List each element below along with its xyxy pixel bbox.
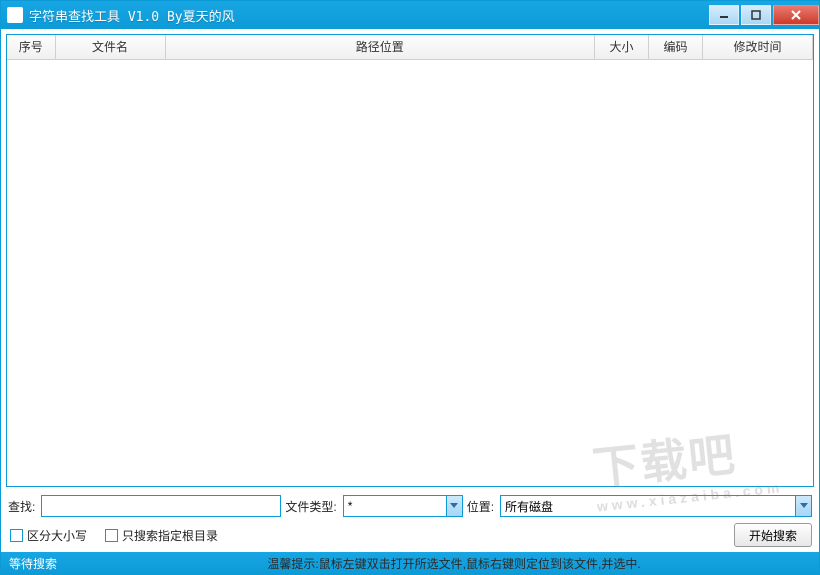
col-size[interactable]: 大小 bbox=[595, 35, 649, 59]
minimize-button[interactable] bbox=[709, 5, 739, 25]
chevron-down-icon bbox=[446, 496, 462, 516]
root-only-checkbox[interactable]: 只搜索指定根目录 bbox=[105, 527, 218, 544]
app-window: 字符串查找工具 V1.0 By夏天的风 序号 文件名 bbox=[0, 0, 820, 575]
chevron-down-icon bbox=[795, 496, 811, 516]
filetype-value: * bbox=[348, 499, 353, 513]
maximize-button[interactable] bbox=[741, 5, 771, 25]
controls-panel: 查找: 文件类型: * 位置: 所有磁盘 区分大小写 bbox=[6, 487, 814, 547]
col-mtime[interactable]: 修改时间 bbox=[703, 35, 813, 59]
status-tip: 温馨提示:鼠标左键双击打开所选文件,鼠标右键则定位到该文件,并选中. bbox=[97, 555, 811, 572]
client-area: 序号 文件名 路径位置 大小 编码 修改时间 查找: 文件类型: * bbox=[1, 29, 819, 552]
start-search-button[interactable]: 开始搜索 bbox=[734, 523, 812, 547]
results-body-empty[interactable] bbox=[7, 60, 813, 487]
case-sensitive-checkbox[interactable]: 区分大小写 bbox=[10, 527, 87, 544]
app-icon bbox=[7, 7, 23, 23]
location-label: 位置: bbox=[467, 498, 496, 515]
col-filename[interactable]: 文件名 bbox=[55, 35, 165, 59]
title-bar[interactable]: 字符串查找工具 V1.0 By夏天的风 bbox=[1, 1, 819, 29]
root-only-label: 只搜索指定根目录 bbox=[122, 527, 218, 544]
location-value: 所有磁盘 bbox=[505, 498, 553, 515]
search-input[interactable] bbox=[41, 495, 281, 517]
checkbox-icon bbox=[105, 529, 118, 542]
filetype-label: 文件类型: bbox=[285, 498, 338, 515]
col-path[interactable]: 路径位置 bbox=[165, 35, 595, 59]
location-combo[interactable]: 所有磁盘 bbox=[500, 495, 812, 517]
status-bar: 等待搜索 温馨提示:鼠标左键双击打开所选文件,鼠标右键则定位到该文件,并选中. bbox=[1, 552, 819, 574]
status-state: 等待搜索 bbox=[9, 555, 57, 572]
case-sensitive-label: 区分大小写 bbox=[27, 527, 87, 544]
checkbox-icon bbox=[10, 529, 23, 542]
window-title: 字符串查找工具 V1.0 By夏天的风 bbox=[29, 6, 707, 25]
window-buttons bbox=[707, 5, 819, 25]
close-button[interactable] bbox=[773, 5, 819, 25]
col-index[interactable]: 序号 bbox=[7, 35, 55, 59]
col-encoding[interactable]: 编码 bbox=[649, 35, 703, 59]
filetype-combo[interactable]: * bbox=[343, 495, 463, 517]
results-table[interactable]: 序号 文件名 路径位置 大小 编码 修改时间 bbox=[6, 34, 814, 487]
search-label: 查找: bbox=[8, 498, 37, 515]
